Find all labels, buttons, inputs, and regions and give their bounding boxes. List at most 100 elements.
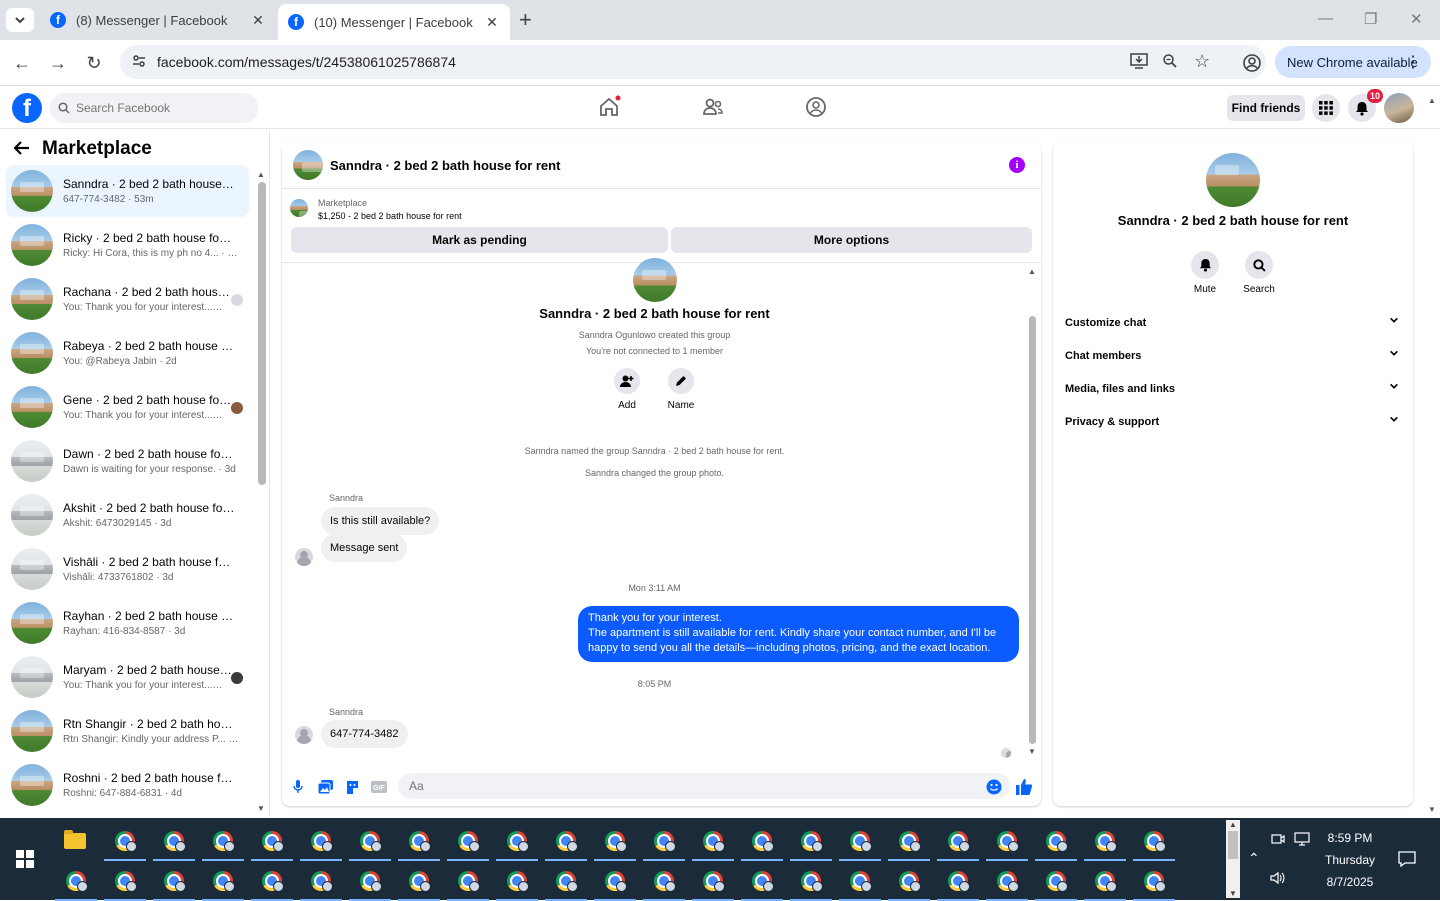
incoming-message[interactable]: Is this still available? bbox=[321, 507, 440, 535]
chrome-taskbar-button[interactable] bbox=[210, 868, 236, 894]
conversation-item[interactable]: Sanndra · 2 bed 2 bath house for rent 64… bbox=[6, 165, 249, 217]
conversation-item[interactable]: Rabeya · 2 bed 2 bath house for rent You… bbox=[6, 327, 249, 379]
meet-now-icon[interactable] bbox=[1271, 832, 1285, 846]
chrome-taskbar-button[interactable] bbox=[994, 828, 1020, 854]
clock-time[interactable]: 8:59 PM bbox=[1318, 831, 1382, 845]
close-window-icon[interactable]: ✕ bbox=[1410, 10, 1423, 28]
chrome-taskbar-button[interactable] bbox=[602, 868, 628, 894]
tab-search-button[interactable] bbox=[6, 8, 34, 32]
chrome-taskbar-button[interactable] bbox=[700, 868, 726, 894]
chrome-taskbar-button[interactable] bbox=[896, 828, 922, 854]
chrome-taskbar-button[interactable] bbox=[161, 868, 187, 894]
chrome-taskbar-button[interactable] bbox=[1092, 828, 1118, 854]
chrome-taskbar-button[interactable] bbox=[259, 868, 285, 894]
file-explorer-icon[interactable] bbox=[64, 830, 86, 849]
incoming-message[interactable]: 647-774-3482 bbox=[321, 720, 408, 748]
groups-icon[interactable] bbox=[804, 95, 828, 119]
mute-button[interactable]: Mute bbox=[1175, 251, 1235, 295]
site-info-icon[interactable] bbox=[131, 53, 147, 74]
bookmark-star-icon[interactable]: ☆ bbox=[1194, 51, 1210, 72]
volume-icon[interactable] bbox=[1270, 871, 1286, 885]
chrome-taskbar-button[interactable] bbox=[1043, 828, 1069, 854]
find-friends-button[interactable]: Find friends bbox=[1227, 95, 1305, 121]
chrome-taskbar-button[interactable] bbox=[651, 828, 677, 854]
conversation-item[interactable]: Rachana · 2 bed 2 bath house for rent Yo… bbox=[6, 273, 249, 325]
action-center-icon[interactable] bbox=[1398, 851, 1416, 867]
browser-tab-1[interactable]: f (8) Messenger | Facebook ✕ bbox=[40, 4, 276, 36]
chrome-taskbar-button[interactable] bbox=[161, 828, 187, 854]
more-options-button[interactable]: More options bbox=[671, 227, 1032, 253]
chrome-taskbar-button[interactable] bbox=[798, 868, 824, 894]
chrome-taskbar-button[interactable] bbox=[651, 868, 677, 894]
chrome-taskbar-button[interactable] bbox=[455, 828, 481, 854]
page-scroll-up-icon[interactable]: ▲ bbox=[1428, 96, 1436, 105]
conversation-item[interactable]: Rtn Shangir · 2 bed 2 bath house for ren… bbox=[6, 705, 249, 757]
emoji-icon[interactable] bbox=[985, 778, 1003, 796]
incoming-message[interactable]: Message sent bbox=[321, 534, 408, 562]
mark-as-pending-button[interactable]: Mark as pending bbox=[291, 227, 668, 253]
show-hidden-icons-chevron-icon[interactable]: ⌃ bbox=[1248, 850, 1260, 867]
media-files-links-section[interactable]: Media, files and links bbox=[1065, 376, 1403, 402]
chrome-taskbar-button[interactable] bbox=[308, 868, 334, 894]
chat-avatar[interactable] bbox=[293, 150, 323, 180]
rename-group-button[interactable]: Name bbox=[656, 368, 706, 411]
account-avatar[interactable] bbox=[1384, 93, 1414, 123]
chrome-taskbar-button[interactable] bbox=[112, 828, 138, 854]
search-in-chat-button[interactable]: Search bbox=[1229, 251, 1289, 295]
thumbs-up-icon[interactable] bbox=[1015, 778, 1033, 796]
chat-title[interactable]: Sanndra · 2 bed 2 bath house for rent bbox=[330, 158, 560, 173]
chrome-taskbar-button[interactable] bbox=[504, 828, 530, 854]
chrome-taskbar-button[interactable] bbox=[357, 868, 383, 894]
clock-date[interactable]: 8/7/2025 bbox=[1318, 875, 1382, 889]
chrome-taskbar-button[interactable] bbox=[553, 868, 579, 894]
sticker-icon[interactable] bbox=[343, 778, 361, 796]
scroll-down-arrow-icon[interactable]: ▼ bbox=[1028, 747, 1036, 756]
address-bar[interactable]: facebook.com/messages/t/2453806102578687… bbox=[120, 45, 1266, 79]
chrome-taskbar-button[interactable] bbox=[798, 828, 824, 854]
sidebar-scrollbar[interactable] bbox=[258, 182, 266, 485]
gif-icon[interactable]: GIF bbox=[370, 778, 388, 796]
chat-members-section[interactable]: Chat members bbox=[1065, 343, 1403, 369]
back-arrow-icon[interactable] bbox=[13, 139, 30, 160]
conversation-item[interactable]: Rayhan · 2 bed 2 bath house for rent Ray… bbox=[6, 597, 249, 649]
windows-start-icon[interactable] bbox=[16, 850, 34, 868]
new-tab-plus-icon[interactable]: + bbox=[519, 8, 532, 32]
chrome-taskbar-button[interactable] bbox=[749, 828, 775, 854]
chrome-update-button[interactable]: New Chrome available ⋮ bbox=[1275, 46, 1431, 78]
network-icon[interactable] bbox=[1294, 832, 1310, 846]
chrome-taskbar-button[interactable] bbox=[847, 868, 873, 894]
chrome-taskbar-button[interactable] bbox=[1092, 868, 1118, 894]
chrome-taskbar-button[interactable] bbox=[406, 868, 432, 894]
chrome-taskbar-button[interactable] bbox=[504, 868, 530, 894]
outgoing-message[interactable]: Thank you for your interest. The apartme… bbox=[578, 606, 1019, 662]
scroll-up-arrow-icon[interactable]: ▲ bbox=[1028, 267, 1036, 276]
customize-chat-section[interactable]: Customize chat bbox=[1065, 310, 1403, 336]
chrome-taskbar-button[interactable] bbox=[308, 828, 334, 854]
chrome-taskbar-button[interactable] bbox=[847, 828, 873, 854]
microphone-icon[interactable] bbox=[289, 778, 307, 796]
page-scroll-down-icon[interactable]: ▼ bbox=[1428, 805, 1436, 814]
chrome-taskbar-button[interactable] bbox=[357, 828, 383, 854]
conversation-item[interactable]: Roshni · 2 bed 2 bath house for rent Ros… bbox=[6, 759, 249, 811]
conversation-item[interactable]: Gene · 2 bed 2 bath house for rent You: … bbox=[6, 381, 249, 433]
photo-icon[interactable] bbox=[316, 778, 334, 796]
chrome-taskbar-button[interactable] bbox=[455, 868, 481, 894]
home-icon[interactable] bbox=[597, 95, 621, 119]
chrome-taskbar-button[interactable] bbox=[945, 868, 971, 894]
chrome-taskbar-button[interactable] bbox=[406, 828, 432, 854]
browser-tab-2-active[interactable]: f (10) Messenger | Facebook ✕ bbox=[278, 4, 510, 40]
facebook-logo[interactable]: f bbox=[12, 93, 42, 123]
info-icon[interactable]: i bbox=[1009, 157, 1025, 173]
chrome-taskbar-button[interactable] bbox=[945, 828, 971, 854]
minimize-icon[interactable]: — bbox=[1318, 10, 1333, 27]
message-input[interactable] bbox=[398, 773, 1010, 799]
chrome-taskbar-button[interactable] bbox=[1141, 868, 1167, 894]
forward-arrow-icon[interactable]: → bbox=[47, 52, 69, 74]
conversation-item[interactable]: Dawn · 2 bed 2 bath house for rent Dawn … bbox=[6, 435, 249, 487]
conversation-item[interactable]: Vishāli · 2 bed 2 bath house for rent Vi… bbox=[6, 543, 249, 595]
restore-icon[interactable]: ❐ bbox=[1364, 10, 1377, 28]
chrome-taskbar-button[interactable] bbox=[749, 868, 775, 894]
profile-icon[interactable] bbox=[1241, 52, 1263, 74]
chrome-taskbar-button[interactable] bbox=[602, 828, 628, 854]
chrome-taskbar-button[interactable] bbox=[553, 828, 579, 854]
